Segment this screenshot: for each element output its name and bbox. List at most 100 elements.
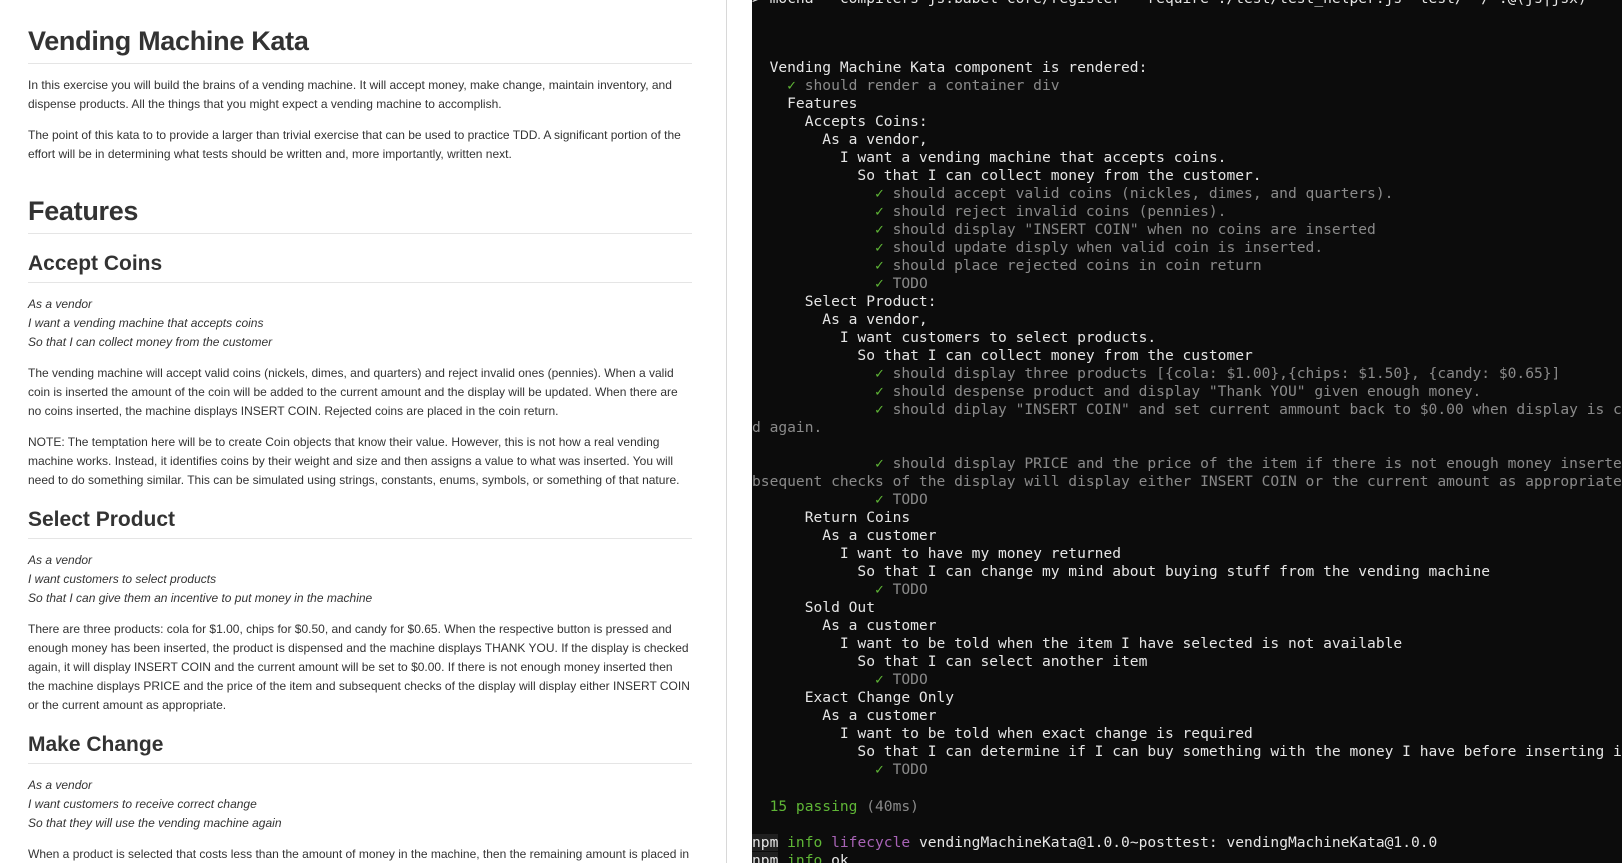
terminal-line: I want to be told when the item I have s… [752,635,1402,653]
make-change-description: When a product is selected that costs le… [28,847,690,861]
npm-prefix: npm [752,852,779,863]
accept-coins-note: NOTE: The temptation here will be to cre… [28,435,680,487]
terminal-line: ✓ should display PRICE and the price of … [752,455,1622,473]
terminal-line: bsequent checks of the display will disp… [752,473,1622,491]
story-line: As a vendor [28,553,93,567]
terminal-line: As a customer [752,707,937,725]
terminal-line: ✓ should place rejected coins in coin re… [752,257,1262,275]
terminal-line-text: I want a vending machine that accepts co… [752,149,1227,166]
check-icon: ✓ [752,203,893,220]
check-icon: ✓ [752,77,805,94]
terminal-line: ✓ should diplay "INSERT COIN" and set cu… [752,401,1622,419]
terminal-line: I want to have my money returned [752,545,1121,563]
terminal-line-text: should display "INSERT COIN" when no coi… [892,221,1376,238]
terminal-line-text: I want to be told when exact change is r… [752,725,1253,742]
select-product-heading: Select Product [28,508,692,539]
features-heading: Features [28,196,692,234]
terminal-line-text: bsequent checks of the display will disp… [752,473,1622,490]
terminal-line-text: TODO [892,761,928,778]
intro-paragraph: In this exercise you will build the brai… [28,78,672,111]
terminal-line: ✓ TODO [752,671,928,689]
terminal-line-text: should despense product and display "Tha… [892,383,1482,400]
terminal-line: As a vendor, [752,131,928,149]
terminal-line-text: As a customer [752,707,937,724]
terminal-line: I want a vending machine that accepts co… [752,149,1227,167]
terminal-line: ✓ TODO [752,275,928,293]
check-icon: ✓ [752,455,893,472]
readme-pane: Vending Machine Kata In this exercise yo… [0,0,727,863]
terminal-line-text: should render a container div [804,77,1060,94]
terminal-line: So that I can select another item [752,653,1147,671]
check-icon: ✓ [752,257,893,274]
passing-time: (40ms) [857,798,919,815]
check-icon: ✓ [752,671,893,688]
story-line: I want a vending machine that accepts co… [28,316,264,330]
terminal-line-text: Exact Change Only [752,689,955,706]
terminal-line-text: should place rejected coins in coin retu… [892,257,1262,274]
terminal-line-text: So that I can determine if I can buy som… [752,743,1622,760]
terminal-line-text: So that I can collect money from the cus… [752,347,1253,364]
terminal-line-text: Accepts Coins: [752,113,928,130]
terminal-line: Features [752,95,857,113]
terminal-line-text: As a customer [752,527,937,544]
terminal-line-text: Vending Machine Kata component is render… [752,59,1148,76]
terminal-line-text: d again. [752,419,823,436]
terminal-line: ✓ TODO [752,491,928,509]
terminal-line: ✓ should display "INSERT COIN" when no c… [752,221,1376,239]
check-icon: ✓ [752,401,893,418]
story-line: So that they will use the vending machin… [28,816,282,830]
terminal-line-text: I want customers to select products. [752,329,1157,346]
terminal-line-text: TODO [892,275,928,292]
terminal-line: ✓ should display three products [{cola: … [752,365,1560,383]
npm-ok-text: ok [822,852,849,863]
terminal-line-text: So that I can change my mind about buyin… [752,563,1491,580]
check-icon: ✓ [752,491,893,508]
terminal-line-text: I want to be told when the item I have s… [752,635,1403,652]
terminal-line-text: should update disply when valid coin is … [892,239,1324,256]
story-line: So that I can collect money from the cus… [28,335,273,349]
passing-count: 15 passing [752,798,858,815]
terminal-line-text: As a vendor, [752,311,928,328]
terminal-line: So that I can change my mind about buyin… [752,563,1490,581]
passing-summary: 15 passing (40ms) [752,798,919,816]
terminal-line-text: As a vendor, [752,131,928,148]
terminal-line: As a customer [752,617,936,635]
terminal-line-text: should diplay "INSERT COIN" and set curr… [892,401,1622,418]
terminal-line-text: should display three products [{cola: $1… [892,365,1561,382]
terminal-line: ✓ should render a container div [752,77,1060,95]
npm-lifecycle-line: npm info lifecycle vendingMachineKata@1.… [752,834,1437,852]
terminal-line-text: should reject invalid coins (pennies). [892,203,1227,220]
terminal-line: ✓ TODO [752,761,928,779]
terminal-line: Exact Change Only [752,689,954,707]
terminal-line: Return Coins [752,509,910,527]
terminal-line-text: should display PRICE and the price of th… [892,455,1622,472]
terminal-line: As a customer [752,527,937,545]
terminal-line: Vending Machine Kata component is render… [752,59,1148,77]
terminal-line-text: Select Product: [752,293,937,310]
check-icon: ✓ [752,239,893,256]
story-line: So that I can give them an incentive to … [28,591,373,605]
check-icon: ✓ [752,761,893,778]
story-line: I want customers to receive correct chan… [28,797,257,811]
terminal-line-text: > mocha --compilers js:babel-core/regist… [752,0,1595,7]
story-line: As a vendor [28,778,93,792]
npm-lifecycle-text: vendingMachineKata@1.0.0~posttest: vendi… [910,834,1438,851]
terminal-line: ✓ should despense product and display "T… [752,383,1481,401]
terminal-line-text: So that I can select another item [752,653,1148,670]
user-story: As a vendor I want customers to select p… [28,551,692,608]
terminal-line: d again. [752,419,822,437]
terminal-line: So that I can collect money from the cus… [752,167,1261,185]
check-icon: ✓ [752,221,893,238]
terminal-line-text: TODO [892,581,928,598]
npm-info: info [778,834,823,851]
terminal-line-text: Return Coins [752,509,911,526]
terminal-line: ✓ should update disply when valid coin i… [752,239,1323,257]
user-story: As a vendor I want a vending machine tha… [28,295,692,352]
terminal-line-text: Sold Out [752,599,876,616]
terminal-line: Sold Out [752,599,875,617]
terminal-line: I want to be told when exact change is r… [752,725,1253,743]
terminal-line: > mocha --compilers js:babel-core/regist… [752,0,1595,8]
check-icon: ✓ [752,185,893,202]
terminal-pane[interactable]: > mocha --compilers js:babel-core/regist… [752,0,1622,863]
terminal-line: Accepts Coins: [752,113,928,131]
